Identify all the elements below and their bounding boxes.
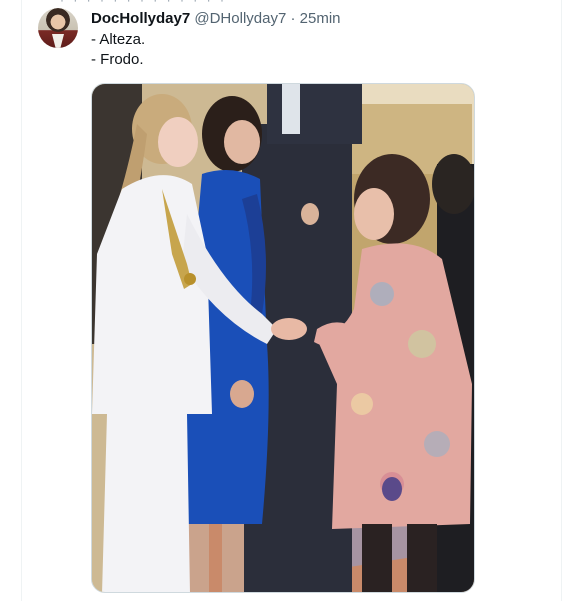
floral-pattern	[424, 431, 450, 457]
white-suit-woman-face	[158, 117, 198, 167]
display-name[interactable]: DocHollyday7	[91, 10, 190, 27]
tweet-header: DocHollyday7 @DHollyday7 · 25min	[91, 9, 341, 29]
blue-dress-woman-hand	[230, 380, 254, 408]
blue-dress-woman-face	[224, 120, 260, 164]
header-separator: ·	[290, 10, 296, 27]
floral-dress-woman-face	[354, 188, 394, 240]
tweet-timestamp[interactable]: 25min	[300, 10, 341, 27]
man-shirt	[282, 84, 300, 134]
user-handle[interactable]: @DHollyday7	[194, 10, 286, 27]
floral-dress-woman-leg	[362, 524, 392, 592]
right-person-head	[432, 154, 474, 214]
photo-illustration	[92, 84, 474, 592]
man-upper-body	[267, 84, 362, 144]
timeline-right-divider	[561, 0, 562, 601]
floral-pattern	[351, 393, 373, 415]
handshake	[271, 318, 307, 340]
avatar-collar-shape	[52, 34, 64, 48]
floral-pattern	[408, 330, 436, 358]
avatar[interactable]	[38, 8, 78, 48]
tweet-text-line: - Alteza.	[91, 31, 146, 48]
medal	[184, 273, 196, 285]
tweet-page: · · · · · · · · · · · · · · · · DocHolly…	[0, 0, 585, 601]
floral-dress-woman-bag	[382, 477, 402, 501]
blue-dress-woman-leg	[222, 524, 244, 592]
tweet-text-line: - Frodo.	[91, 51, 144, 68]
floral-dress-woman-leg	[407, 524, 437, 592]
tweet-photo[interactable]	[91, 83, 475, 593]
man-hand	[301, 203, 319, 225]
previous-tweet-remnant: · · · · · · · · · · · · · · · ·	[60, 0, 230, 4]
tweet-text: - Alteza. - Frodo.	[91, 30, 145, 70]
timeline-left-divider	[21, 0, 22, 601]
blue-dress-woman-leg	[187, 524, 209, 592]
floral-pattern	[370, 282, 394, 306]
